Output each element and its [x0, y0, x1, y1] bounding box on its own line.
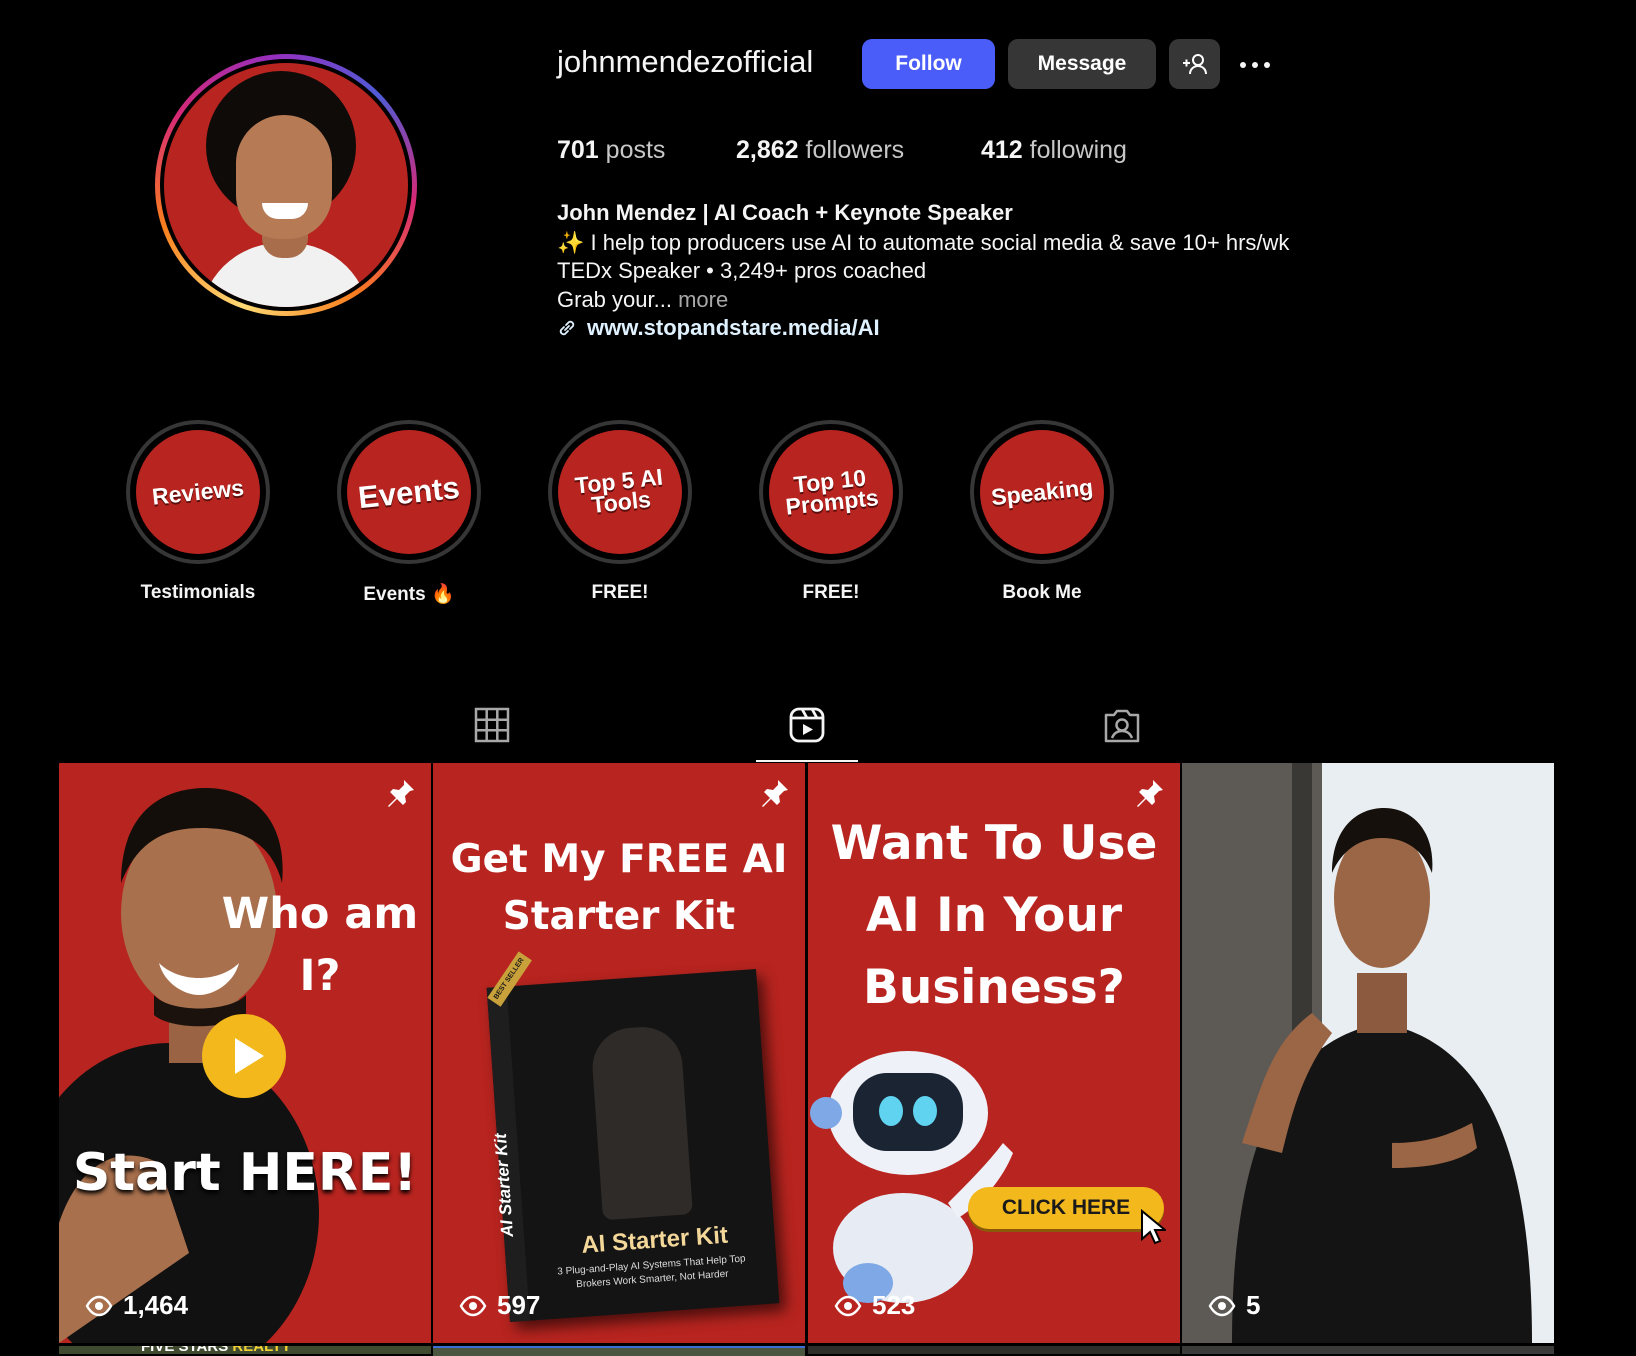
reel-cta-text: Start HERE! — [72, 1143, 418, 1203]
highlight-cover-text: Speaking — [989, 473, 1095, 510]
following-label: following — [1029, 136, 1127, 164]
avatar-face — [236, 115, 332, 239]
tab-tagged[interactable] — [1102, 705, 1142, 745]
posts-count: 701 — [557, 136, 599, 164]
reel-title: Want To Use AI In Your Business? — [830, 816, 1158, 1015]
views-icon — [1208, 1295, 1236, 1316]
following-stat[interactable]: 412 following — [981, 136, 1127, 165]
following-count: 412 — [981, 136, 1023, 164]
reels-icon — [789, 707, 825, 743]
reel-tile-row2[interactable]: FIVE STARS REALTY — [59, 1346, 431, 1354]
views-icon — [834, 1295, 862, 1316]
highlight-speaking[interactable]: Speaking Book Me — [970, 420, 1114, 604]
bio-line-3-text: Grab your... — [557, 287, 672, 312]
suggested-users-button[interactable] — [1169, 39, 1220, 89]
reel-views-count: 597 — [497, 1290, 541, 1320]
pin-icon — [1137, 780, 1163, 807]
reel-views: 5 — [1208, 1290, 1260, 1321]
bio-line-3: Grab your... more — [557, 287, 728, 313]
views-icon — [459, 1295, 487, 1316]
row2-text-accent: REALTY — [232, 1346, 291, 1354]
highlight-cover-text: Events — [356, 469, 462, 515]
reel-tile-row2[interactable] — [433, 1346, 805, 1356]
cursor-icon — [1141, 1209, 1166, 1245]
reel-views-count: 1,464 — [123, 1290, 189, 1320]
highlight-top-5-ai-tools[interactable]: Top 5 AI Tools FREE! — [548, 420, 692, 604]
profile-avatar[interactable] — [155, 54, 417, 316]
highlight-top-10-prompts[interactable]: Top 10 Prompts FREE! — [759, 420, 903, 604]
reel-tile[interactable]: 5 — [1182, 763, 1554, 1343]
reel-views: 597 — [459, 1290, 540, 1321]
reel-views-count: 523 — [872, 1290, 916, 1320]
click-here-badge: CLICK HERE — [968, 1187, 1164, 1229]
followers-count: 2,862 — [736, 136, 799, 164]
active-tab-indicator — [756, 760, 858, 762]
reel-views-count: 5 — [1246, 1290, 1261, 1320]
row2-partial-text: FIVE STARS REALTY — [141, 1346, 291, 1354]
bio-line-2: TEDx Speaker • 3,249+ pros coached — [557, 258, 927, 283]
bio-line-1: ✨ I help top producers use AI to automat… — [557, 230, 1290, 255]
highlight-cover-text: Top 5 AI Tools — [573, 463, 665, 518]
highlight-cover-text: Reviews — [150, 473, 246, 510]
reel-tile[interactable]: Want To Use AI In Your Business? CLICK H… — [808, 763, 1180, 1343]
reel-tile-row2[interactable] — [1182, 1346, 1554, 1354]
link-icon — [559, 320, 575, 336]
reel-title: Who am I? — [221, 889, 419, 1001]
pin-icon — [762, 780, 788, 807]
highlight-label: Events 🔥 — [363, 584, 455, 605]
grid-icon — [474, 707, 510, 743]
reel-tile-row2[interactable] — [808, 1346, 1180, 1354]
followers-label: followers — [805, 136, 905, 164]
highlight-events[interactable]: Events Events 🔥 — [337, 420, 481, 606]
tagged-icon — [1104, 709, 1140, 743]
more-options-icon[interactable] — [1240, 50, 1280, 80]
bio-website-link[interactable]: www.stopandstare.media/AI — [557, 315, 880, 341]
posts-label: posts — [605, 136, 666, 164]
views-icon — [85, 1295, 113, 1316]
posts-stat[interactable]: 701 posts — [557, 136, 665, 165]
robot-illustration — [810, 1051, 1013, 1303]
tab-posts[interactable] — [472, 705, 512, 745]
highlight-label: FREE! — [802, 582, 860, 603]
followers-stat[interactable]: 2,862 followers — [736, 136, 904, 165]
highlight-testimonials[interactable]: Reviews Testimonials — [126, 420, 270, 604]
follow-button[interactable]: Follow — [862, 39, 995, 89]
pin-icon — [388, 780, 414, 807]
reel-thumbnail-speaker — [1182, 763, 1554, 1343]
highlight-label: FREE! — [591, 582, 649, 603]
reel-tile[interactable]: Who am I? Start HERE! 1,464 — [59, 763, 431, 1343]
tab-reels[interactable] — [787, 705, 827, 745]
highlight-cover-text: Top 10 Prompts — [784, 464, 880, 520]
bio-more-link[interactable]: more — [678, 287, 728, 312]
reel-views: 1,464 — [85, 1290, 188, 1321]
message-button[interactable]: Message — [1008, 39, 1156, 89]
book-spine-title: AI Starter Kit — [490, 1132, 518, 1238]
highlight-label: Testimonials — [140, 582, 256, 603]
add-user-icon — [1182, 54, 1207, 75]
bio-name: John Mendez | AI Coach + Keynote Speaker — [557, 200, 1013, 225]
reel-title: Get My FREE AI Starter Kit — [450, 837, 788, 939]
book-cover-figure — [589, 1024, 693, 1221]
reel-tile[interactable]: Get My FREE AI Starter Kit BEST SELLER A… — [433, 763, 805, 1343]
profile-username: johnmendezofficial — [557, 44, 814, 79]
book-mockup: BEST SELLER AI Starter Kit AI Starter Ki… — [486, 951, 780, 1323]
row2-text: FIVE STARS — [141, 1346, 228, 1354]
highlight-label: Book Me — [1002, 582, 1082, 603]
reel-views: 523 — [834, 1290, 915, 1321]
bio-website-text: www.stopandstare.media/AI — [587, 315, 880, 340]
play-icon — [202, 1014, 286, 1098]
avatar-photo — [164, 63, 408, 307]
book-badge: BEST SELLER — [487, 951, 532, 1007]
